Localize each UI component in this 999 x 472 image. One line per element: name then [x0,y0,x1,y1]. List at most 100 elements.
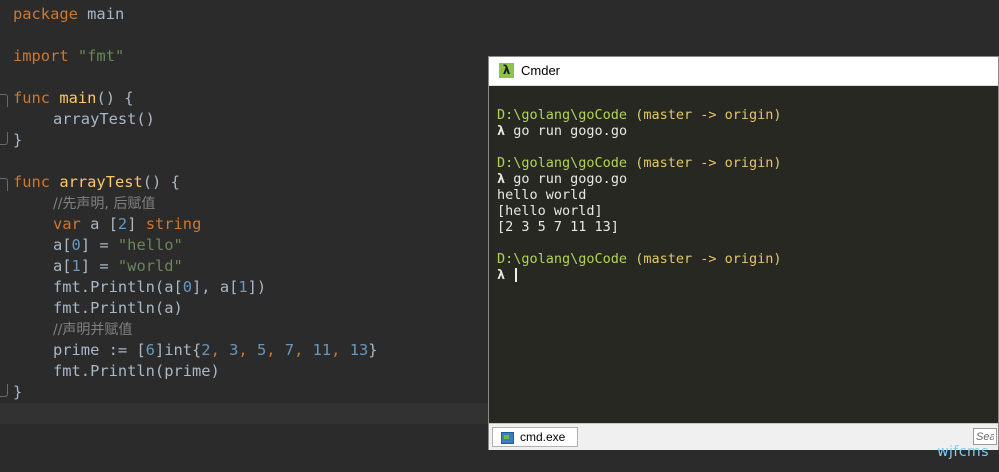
prompt-path: D:\golang\goCode [497,107,628,123]
comma: , [266,341,285,359]
terminal-prompt: D:\golang\goCode (master -> origin) [497,155,987,171]
console-icon [501,432,514,444]
terminal-blank [497,235,987,251]
terminal-command: λ go run gogo.go [497,123,987,139]
code-token: ]) [247,278,267,296]
number-literal: 1 [238,278,248,296]
comma: , [210,341,230,359]
number-literal: 0 [71,236,81,254]
code-line-17[interactable]: prime := [6]int{2, 3, 5, 7, 11, 13} [53,340,378,361]
terminal-output-line: hello world [497,187,587,203]
package-name: main [87,5,125,23]
cmder-logo-icon: λ [499,63,514,78]
number-literal: 3 [229,341,239,359]
number-literal: 6 [145,341,155,359]
keyword-var: var [53,215,81,233]
terminal-output[interactable]: D:\golang\goCode (master -> origin) λ go… [497,107,987,283]
number-literal: 1 [71,257,81,275]
code-token: fmt.Println(a) [53,299,183,317]
cmder-window[interactable]: λ Cmder D:\golang\goCode (master -> orig… [488,56,999,450]
number-literal: 2 [201,341,211,359]
fold-end-icon[interactable] [0,384,8,397]
fold-end-icon[interactable] [0,132,8,145]
command-text: go run gogo.go [513,123,628,139]
code-line-12[interactable]: a[0] = "hello" [53,235,183,256]
lambda-prompt-icon: λ [497,123,506,139]
code-token: a [ [90,215,118,233]
command-text: go run gogo.go [513,171,628,187]
number-literal: 7 [284,341,295,359]
import-path: "fmt" [77,47,125,65]
fold-start-icon[interactable] [0,94,8,107]
terminal-command: λ go run gogo.go [497,171,987,187]
number-literal: 11 [312,341,332,359]
code-token: ] [127,215,146,233]
code-token: ] = [80,257,118,275]
code-line-18[interactable]: fmt.Println(prime) [53,361,220,382]
code-line-9[interactable]: func arrayTest() { [13,172,180,193]
code-token: a[ [53,257,72,275]
keyword-func: func [13,173,51,191]
number-literal: 0 [182,278,193,296]
keyword-import: import [13,47,69,65]
search-input[interactable] [973,428,997,445]
comment: //声明并赋值 [53,322,133,338]
code-token: fmt.Println(prime) [53,362,220,380]
tab-bar: cmd.exe [489,423,998,450]
watermark: wjfcms [937,444,989,460]
comma: , [331,341,350,359]
code-line-10[interactable]: //先声明, 后赋值 [53,193,155,214]
window-title: Cmder [521,63,561,78]
terminal-blank [497,139,987,155]
code-token: fmt.Println(a[ [53,278,183,296]
terminal-input-line[interactable]: λ [497,267,987,283]
lambda-prompt-icon: λ [497,267,506,283]
tab-cmd-exe[interactable]: cmd.exe [492,427,578,447]
code-line-19[interactable]: } [13,382,22,403]
comment: //先声明, 后赋值 [53,196,156,212]
closing-brace: } [13,131,23,149]
keyword-package: package [13,5,78,23]
prompt-branch: (master -> origin) [635,251,782,267]
call-arraytest: arrayTest() [53,110,155,128]
code-token: ]int{ [154,341,202,359]
code-line-7[interactable]: } [13,130,22,151]
function-name-main: main [59,89,97,107]
prompt-path: D:\golang\goCode [497,251,628,267]
punctuation: () { [96,89,134,107]
code-line-5[interactable]: func main() { [13,88,134,109]
text-cursor [515,268,518,282]
code-line-13[interactable]: a[1] = "world" [53,256,183,277]
function-name-arraytest: arrayTest [59,173,143,191]
closing-brace: } [13,383,23,401]
code-token: ] = [80,236,118,254]
tab-label: cmd.exe [520,430,566,444]
code-line-1[interactable]: package main [13,4,124,25]
code-token: } [368,341,378,359]
number-literal: 13 [349,341,369,359]
code-line-15[interactable]: fmt.Println(a) [53,298,183,319]
prompt-path: D:\golang\goCode [497,155,628,171]
fold-start-icon[interactable] [0,178,8,191]
terminal-output-line: [hello world] [497,203,603,219]
terminal-output-line: [2 3 5 7 11 13] [497,219,619,235]
comma: , [238,341,257,359]
comma: , [294,341,313,359]
code-line-16[interactable]: //声明并赋值 [53,319,132,340]
number-literal: 5 [256,341,267,359]
window-titlebar[interactable]: λ Cmder [489,57,998,86]
terminal-prompt: D:\golang\goCode (master -> origin) [497,107,987,123]
number-literal: 2 [117,215,128,233]
code-line-14[interactable]: fmt.Println(a[0], a[1]) [53,277,266,298]
code-line-11[interactable]: var a [2] string [53,214,201,235]
keyword-func: func [13,89,51,107]
code-line-3[interactable]: import "fmt" [13,46,124,67]
terminal-prompt: D:\golang\goCode (master -> origin) [497,251,987,267]
punctuation: () { [142,173,180,191]
prompt-branch: (master -> origin) [635,107,782,123]
type-string: string [145,215,202,233]
code-token: a[ [53,236,72,254]
code-line-6[interactable]: arrayTest() [53,109,155,130]
string-literal: "world" [117,257,183,275]
prompt-branch: (master -> origin) [635,155,782,171]
